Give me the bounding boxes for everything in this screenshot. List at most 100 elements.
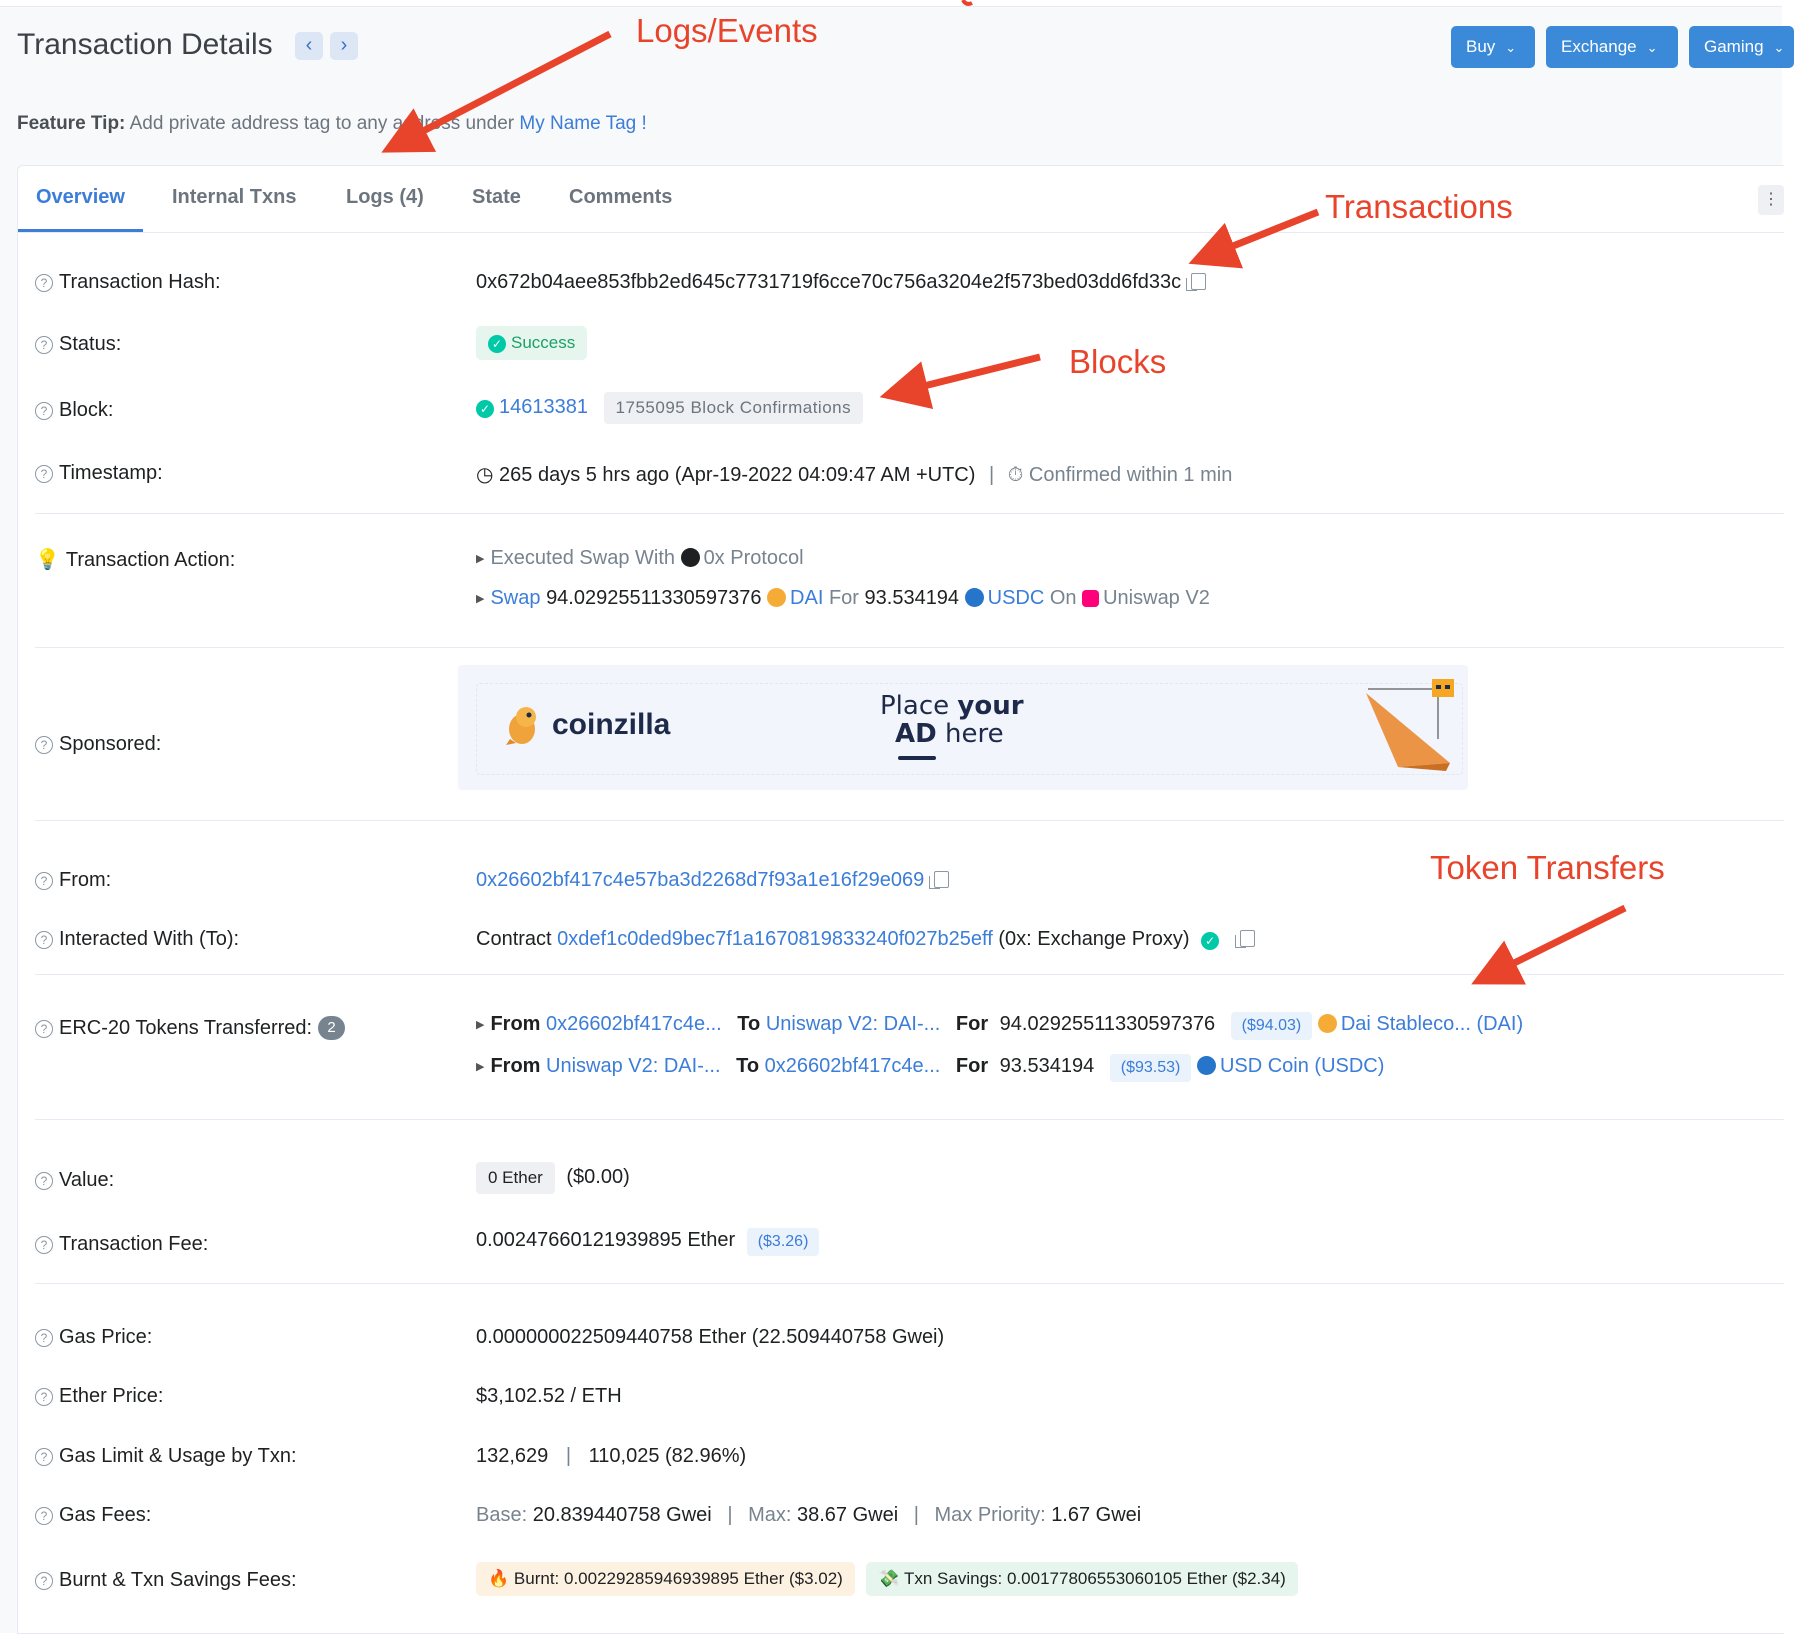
tab-internal-txns[interactable]: Internal Txns [172,186,296,209]
annotation-logs-events: Logs/Events [636,12,818,49]
help-icon: ? [35,1572,53,1590]
feature-tip: Feature Tip: Add private address tag to … [17,113,647,135]
prev-tx-button[interactable]: ‹ [295,32,323,60]
buy-button[interactable]: Buy ⌄ [1451,26,1535,68]
tab-logs[interactable]: Logs (4) [346,186,424,209]
help-icon: ? [35,931,53,949]
divider [35,1283,1784,1284]
value-label: ? Value: [35,1169,114,1192]
contract-address-link[interactable]: 0xdef1c0ded9bec7f1a1670819833240f027b25e… [557,928,993,950]
block-value: ✓ 14613381 1755095 Block Confirmations [476,392,864,424]
sponsored-ad-banner[interactable]: coinzilla Place your AD here [458,665,1468,790]
caret-right-icon: ▶ [476,593,485,605]
erc20-label: ? ERC-20 Tokens Transferred: 2 [35,1016,346,1040]
tab-comments[interactable]: Comments [569,186,672,209]
burnt-fees-label: ? Burnt & Txn Savings Fees: [35,1569,297,1592]
caret-right-icon: ▶ [476,1061,485,1073]
ether-price-label: ? Ether Price: [35,1385,163,1408]
token-link[interactable]: USD Coin (USDC) [1220,1055,1384,1077]
help-icon: ? [35,402,53,420]
dai-token-icon [1317,1014,1337,1033]
help-icon: ? [35,1172,53,1190]
erc20-transfer-row: ▶ From Uniswap V2: DAI-... To 0x26602bf41… [476,1054,1384,1082]
transfer-to-link[interactable]: Uniswap V2: DAI-... [766,1013,941,1035]
status-badge: ✓ Success [476,326,588,360]
transfer-to-link[interactable]: 0x26602bf417c4e... [765,1055,941,1077]
gas-price-label: ? Gas Price: [35,1326,152,1349]
coinzilla-logo-icon [506,707,536,745]
transfer-from-link[interactable]: Uniswap V2: DAI-... [546,1055,721,1077]
status-value: ✓ Success [476,326,588,360]
active-tab-indicator [18,229,143,232]
gas-limit-value: 132,629 | 110,025 (82.96%) [476,1445,747,1467]
exchange-button[interactable]: Exchange ⌄ [1546,26,1678,68]
burnt-badge: 🔥 Burnt: 0.00229285946939895 Ether ($3.0… [476,1562,855,1596]
my-name-tag-link[interactable]: My Name Tag ! [519,113,646,134]
help-icon: ? [35,274,53,292]
annotation-blocks: Blocks [1069,343,1167,380]
sponsored-label: ? Sponsored: [35,733,161,756]
divider [35,513,1784,514]
chevron-down-icon: ⌄ [1773,40,1785,55]
next-tx-button[interactable]: › [330,32,358,60]
help-icon: ? [35,1329,53,1347]
fire-icon: 🔥 [488,1569,510,1588]
help-icon: ? [35,336,53,354]
divider: | [988,464,995,486]
caret-right-icon: ▶ [476,1019,485,1031]
erc20-transfer-row: ▶ From 0x26602bf417c4e... To Uniswap V2: … [476,1012,1523,1040]
tab-overview[interactable]: Overview [36,186,125,209]
0x-protocol-icon [680,548,700,567]
timer-icon: ⏱ [1007,464,1024,486]
help-icon: ? [35,1507,53,1525]
from-address-link[interactable]: 0x26602bf417c4e57ba3d2268d7f93a1e16f29e0… [476,869,924,891]
page-title: Transaction Details [17,28,273,61]
savings-badge: 💸 Txn Savings: 0.00177806553060105 Ether… [866,1562,1298,1596]
tx-hash: 0x672b04aee853fbb2ed645c7731719f6cce70c7… [476,271,1182,293]
gaming-button[interactable]: Gaming ⌄ [1689,26,1794,68]
feature-tip-label: Feature Tip: [17,113,126,134]
coinzilla-brand: coinzilla [552,708,671,741]
top-red-mark [961,0,973,6]
usdc-token-icon [964,588,984,607]
copy-icon[interactable] [1234,930,1255,948]
swap-link[interactable]: Swap [490,587,540,609]
help-icon: ? [35,1236,53,1254]
divider [35,1119,1784,1120]
from-label: ? From: [35,869,111,892]
tx-hash-value: 0x672b04aee853fbb2ed645c7731719f6cce70c7… [476,271,1207,294]
tab-state[interactable]: State [472,186,521,209]
divider [35,647,1784,648]
divider [35,974,1784,975]
tx-action-line-2: ▶ Swap 94.02925511330597376 DAI For 93.53… [476,587,1210,609]
more-options-icon[interactable]: ⋮ [1758,185,1784,215]
buy-button-label: Buy [1466,37,1496,56]
ad-graphic [1366,679,1454,771]
dai-link[interactable]: DAI [790,587,823,609]
value-value: 0 Ether ($0.00) [476,1162,630,1194]
transfer-from-link[interactable]: 0x26602bf417c4e... [546,1013,722,1035]
copy-icon[interactable] [929,871,950,889]
timestamp-value: ◷ 265 days 5 hrs ago (Apr-19-2022 04:09:… [476,462,1232,487]
ether-amount-badge: 0 Ether [476,1162,555,1194]
annotation-transactions: Transactions [1325,188,1513,225]
usdc-link[interactable]: USDC [988,587,1045,609]
block-confirmations-badge: 1755095 Block Confirmations [603,392,864,424]
verified-icon: ✓ [1201,932,1220,950]
to-label: ? Interacted With (To): [35,928,239,951]
copy-icon[interactable] [1186,273,1207,291]
transfer-count-badge: 2 [318,1016,346,1040]
token-link[interactable]: Dai Stableco... (DAI) [1341,1013,1523,1035]
gas-price-value: 0.000000022509440758 Ether (22.509440758… [476,1326,945,1348]
block-number-link[interactable]: 14613381 [499,396,588,418]
transaction-card: Overview Internal Txns Logs (4) State Co… [17,165,1784,1634]
burnt-fees-value: 🔥 Burnt: 0.00229285946939895 Ether ($3.0… [476,1562,1298,1596]
status-label: ? Status: [35,333,121,356]
block-label: ? Block: [35,399,113,422]
gas-fees-label: ? Gas Fees: [35,1504,151,1527]
check-circle-icon: ✓ [488,335,506,353]
chevron-down-icon: ⌄ [1505,40,1517,55]
gas-fees-value: Base: 20.839440758 Gwei | Max: 38.67 Gwe… [476,1504,1142,1526]
money-icon: 💸 [878,1569,900,1588]
dai-token-icon [767,588,787,607]
